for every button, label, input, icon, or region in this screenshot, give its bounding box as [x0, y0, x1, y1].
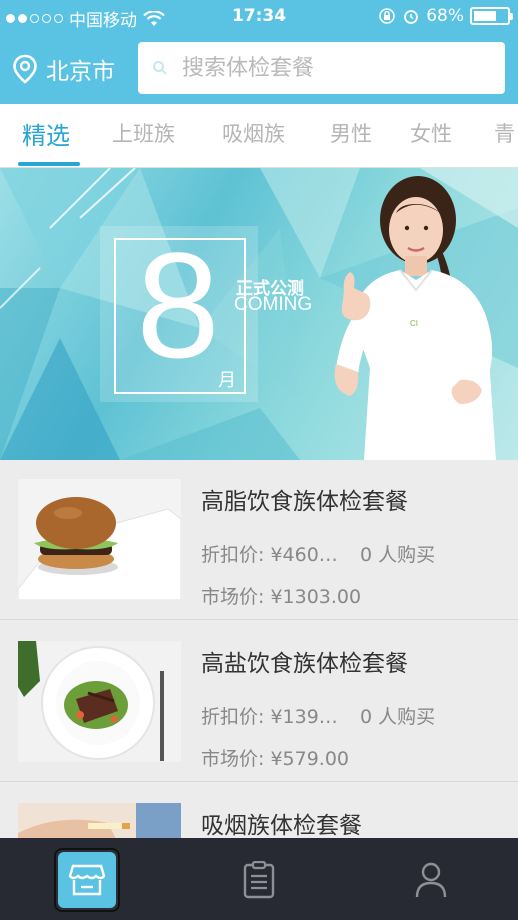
package-title: 高盐饮食族体检套餐 [201, 651, 408, 677]
header: 北京市 [0, 34, 518, 104]
package-market-price: 市场价: ¥579.00 [201, 748, 350, 770]
svg-text:CI: CI [410, 319, 418, 328]
status-right: 68% [378, 6, 513, 26]
package-discount-price: 折扣价: ¥139… [201, 706, 338, 728]
city-label: 北京市 [46, 59, 115, 85]
bottom-tab-bar [0, 838, 518, 920]
store-icon [68, 864, 106, 896]
banner-month-unit: 月 [218, 370, 236, 391]
package-thumbnail-steak-salad [18, 641, 181, 762]
search-icon [153, 61, 167, 75]
clipboard-icon [243, 861, 275, 899]
tab-office-workers[interactable]: 上班族 [112, 118, 175, 148]
battery-icon [470, 7, 513, 25]
tab-male[interactable]: 男性 [330, 118, 372, 148]
promo-banner[interactable]: 8 正式公测 COMING 月 CI [0, 168, 518, 460]
location-pin-icon [13, 54, 37, 84]
nurse-illustration: CI [334, 176, 496, 460]
search-input[interactable] [182, 55, 482, 81]
battery-percent: 68% [426, 6, 464, 26]
package-item[interactable]: 高盐饮食族体检套餐 折扣价: ¥139… 0 人购买 市场价: ¥579.00 [0, 622, 518, 782]
banner-number: 8 [136, 221, 220, 389]
package-discount-price: 折扣价: ¥460… [201, 544, 338, 566]
package-thumbnail-burger [18, 479, 181, 600]
tab-featured[interactable]: 精选 [22, 116, 70, 151]
status-bar: 中国移动 17:34 68% [0, 0, 518, 34]
tab-smokers[interactable]: 吸烟族 [222, 118, 285, 148]
search-box[interactable] [138, 42, 505, 94]
city-selector[interactable]: 北京市 [12, 52, 115, 86]
package-buyer-count: 0 人购买 [360, 706, 436, 728]
category-tabs: 精选 上班族 吸烟族 男性 女性 青 [0, 104, 518, 168]
tab-profile[interactable] [398, 848, 464, 912]
tab-female[interactable]: 女性 [410, 118, 452, 148]
alarm-icon [404, 10, 419, 24]
package-item[interactable]: 高脂饮食族体检套餐 折扣价: ¥460… 0 人购买 市场价: ¥1303.00 [0, 460, 518, 620]
orientation-lock-icon [379, 8, 396, 24]
package-market-price: 市场价: ¥1303.00 [201, 586, 362, 608]
tab-youth[interactable]: 青 [494, 118, 515, 148]
user-icon [415, 862, 447, 898]
active-tab-indicator [18, 162, 80, 166]
package-title: 高脂饮食族体检套餐 [201, 489, 408, 515]
tab-store[interactable] [54, 848, 120, 912]
package-title: 吸烟族体检套餐 [201, 813, 362, 839]
package-buyer-count: 0 人购买 [360, 544, 436, 566]
tab-orders[interactable] [226, 848, 292, 912]
